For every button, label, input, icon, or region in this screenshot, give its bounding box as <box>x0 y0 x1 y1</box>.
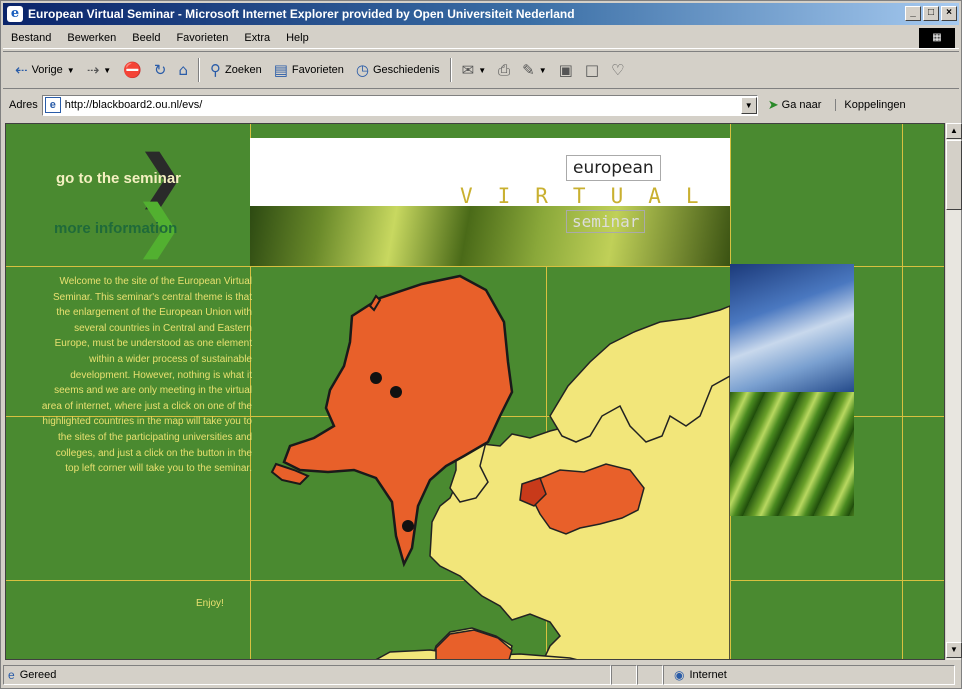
vertical-scrollbar[interactable]: ▲ ▼ <box>945 123 962 660</box>
banner-virtual: VIRTUAL <box>460 184 724 208</box>
back-dropdown-icon[interactable]: ▼ <box>67 66 75 75</box>
status-text-cell: e Gereed <box>3 665 611 685</box>
minimize-button[interactable]: _ <box>905 6 921 21</box>
status-text: Gereed <box>19 669 57 681</box>
stop-button[interactable]: ⛔ <box>117 57 148 83</box>
walking-people-photo <box>730 264 854 392</box>
links-button[interactable]: Koppelingen <box>835 99 906 111</box>
scroll-up-icon[interactable]: ▲ <box>946 123 962 139</box>
address-bar: Adres e http://blackboard2.ou.nl/evs/ ▼ … <box>3 91 959 119</box>
home-icon: ⌂ <box>178 61 188 79</box>
refresh-button[interactable]: ↻ <box>148 57 173 83</box>
address-label: Adres <box>9 99 38 111</box>
mail-icon: ✉ <box>461 61 475 79</box>
search-button[interactable]: ⚲ Zoeken <box>204 57 268 83</box>
scroll-thumb[interactable] <box>946 140 962 210</box>
print-icon: ⎙ <box>498 61 511 79</box>
address-input[interactable]: e http://blackboard2.ou.nl/evs/ ▼ <box>41 94 758 116</box>
maximize-button[interactable]: □ <box>923 6 939 21</box>
go-button[interactable]: ➤ Ga naar <box>768 97 822 113</box>
search-icon: ⚲ <box>210 61 221 79</box>
edit-dropdown-icon: ▼ <box>538 65 547 75</box>
page-content: ❯ go to the seminar ❯ more information e… <box>5 123 945 660</box>
back-arrow-icon: ⇠ <box>15 61 28 79</box>
zone-text: Internet <box>689 669 727 681</box>
close-button[interactable]: × <box>941 6 957 21</box>
seminar-banner: european VIRTUAL seminar <box>250 138 730 266</box>
go-to-seminar-link[interactable]: ❯ go to the seminar <box>56 148 226 204</box>
page-icon: e <box>44 97 61 113</box>
mail-dropdown-icon: ▼ <box>478 65 487 75</box>
address-url[interactable]: http://blackboard2.ou.nl/evs/ <box>65 99 741 111</box>
menu-extra[interactable]: Extra <box>236 32 278 44</box>
messenger-button[interactable]: ♡ <box>605 57 630 83</box>
toolbar-separator <box>198 58 200 82</box>
banner-seminar: seminar <box>566 210 646 233</box>
browser-window: e European Virtual Seminar - Microsoft I… <box>0 0 962 689</box>
grid-line <box>902 124 903 659</box>
banner-european: european <box>566 155 661 181</box>
more-information-label: more information <box>54 219 178 237</box>
print-button[interactable]: ⎙ <box>492 57 516 83</box>
mail-button[interactable]: ✉ ▼ <box>456 57 493 83</box>
edit-icon: ✎ <box>522 61 535 79</box>
enjoy-text: Enjoy! <box>196 598 224 609</box>
back-label: Vorige <box>31 64 63 76</box>
stop-icon: ⛔ <box>123 61 142 79</box>
back-button[interactable]: ⇠ Vorige ▼ <box>9 57 81 83</box>
forward-arrow-icon: ⇢ <box>86 61 100 79</box>
scroll-down-icon[interactable]: ▼ <box>946 642 962 658</box>
favorites-icon: ▤ <box>273 61 288 79</box>
forward-dropdown-icon[interactable]: ▼ <box>103 66 111 75</box>
favorites-button[interactable]: ▤ Favorieten <box>268 57 350 83</box>
messenger-icon: ♡ <box>611 61 625 79</box>
status-bar: e Gereed ◉ Internet <box>3 663 959 687</box>
leaf-image <box>250 206 730 266</box>
research-icon: □ <box>584 61 600 79</box>
more-information-link[interactable]: ❯ more information <box>54 198 224 254</box>
refresh-icon: ↻ <box>153 61 167 79</box>
discuss-button[interactable]: ▣ <box>553 57 579 83</box>
menu-bewerken[interactable]: Bewerken <box>59 32 124 44</box>
go-to-seminar-label: go to the seminar <box>56 169 182 187</box>
go-label: Ga naar <box>781 99 822 111</box>
edit-button[interactable]: ✎ ▼ <box>516 57 553 83</box>
search-label: Zoeken <box>225 64 262 76</box>
globe-icon: ◉ <box>674 668 685 682</box>
toolbar-separator <box>449 58 452 82</box>
title-bar: e European Virtual Seminar - Microsoft I… <box>3 3 959 25</box>
favorites-label: Favorieten <box>291 64 344 76</box>
university-marker[interactable] <box>370 372 382 384</box>
history-icon: ◷ <box>355 61 369 79</box>
forward-button[interactable]: ⇢ ▼ <box>81 57 118 83</box>
home-button[interactable]: ⌂ <box>172 57 194 83</box>
ie-logo-icon: e <box>7 6 23 22</box>
toolbar: ⇠ Vorige ▼ ⇢ ▼ ⛔ ↻ ⌂ ⚲ Zoeken ▤ Favoriet… <box>3 51 959 89</box>
history-label: Geschiedenis <box>372 64 440 76</box>
university-marker[interactable] <box>402 520 414 532</box>
address-dropdown-icon[interactable]: ▼ <box>740 96 757 114</box>
menu-help[interactable]: Help <box>278 32 317 44</box>
zone-cell: ◉ Internet <box>663 665 955 685</box>
menu-bestand[interactable]: Bestand <box>3 32 59 44</box>
university-marker[interactable] <box>390 386 402 398</box>
page-status-icon: e <box>8 668 15 682</box>
history-button[interactable]: ◷ Geschiedenis <box>350 57 446 83</box>
welcome-text: Welcome to the site of the European Virt… <box>41 276 252 475</box>
menu-beeld[interactable]: Beeld <box>124 32 168 44</box>
go-arrow-icon: ➤ <box>767 97 779 112</box>
discuss-icon: ▣ <box>558 61 573 79</box>
status-empty-cell <box>637 665 663 685</box>
status-empty-cell <box>611 665 637 685</box>
window-title: European Virtual Seminar - Microsoft Int… <box>28 7 575 21</box>
europe-map <box>270 274 730 659</box>
menu-bar: Bestand Bewerken Beeld Favorieten Extra … <box>3 27 959 49</box>
menu-favorieten[interactable]: Favorieten <box>168 32 236 44</box>
research-button[interactable]: □ <box>579 57 605 83</box>
windows-logo-icon: ▦ <box>919 28 955 48</box>
leaf-photo <box>730 392 854 516</box>
